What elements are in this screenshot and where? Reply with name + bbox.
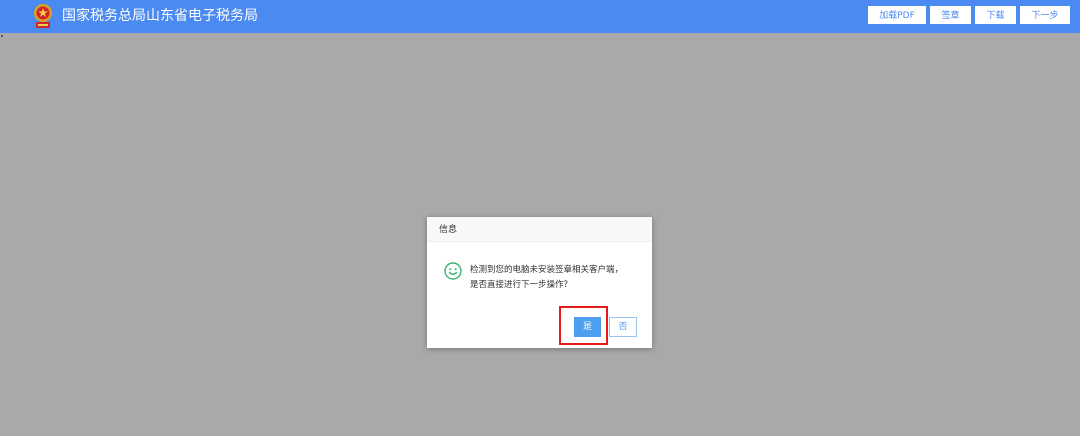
dialog-message: 检测到您的电脑未安装签章相关客户端， 是否直接进行下一步操作？ bbox=[470, 263, 650, 293]
load-pdf-button[interactable]: 加载PDF bbox=[868, 6, 926, 24]
next-step-button[interactable]: 下一步 bbox=[1020, 6, 1070, 24]
sign-button[interactable]: 签章 bbox=[930, 6, 971, 24]
no-button[interactable]: 否 bbox=[609, 317, 637, 337]
dialog-title: 信息 bbox=[439, 225, 458, 235]
download-button[interactable]: 下载 bbox=[975, 6, 1016, 24]
smiley-icon bbox=[444, 262, 462, 280]
tax-emblem-icon bbox=[34, 4, 52, 28]
yes-button[interactable]: 是 bbox=[574, 317, 601, 337]
dialog-message-line-2: 是否直接进行下一步操作？ bbox=[470, 280, 573, 290]
cursor-mark bbox=[1, 35, 3, 37]
header-actions: 加载PDF 签章 下载 下一步 bbox=[868, 6, 1070, 24]
app-title: 国家税务总局山东省电子税务局 bbox=[62, 8, 258, 24]
dialog-header bbox=[427, 217, 652, 242]
top-header-bar: 国家税务总局山东省电子税务局 加载PDF 签章 下载 下一步 bbox=[0, 0, 1080, 33]
dialog-message-line-1: 检测到您的电脑未安装签章相关客户端， bbox=[470, 265, 624, 275]
